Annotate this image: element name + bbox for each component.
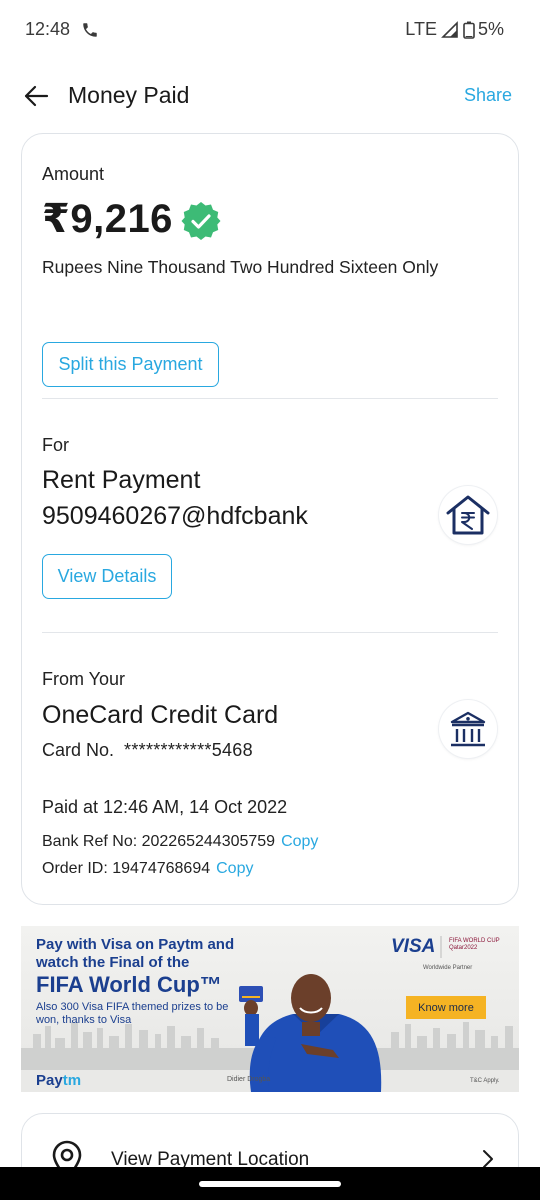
bank-ref-row: Bank Ref No: 202265244305759 Copy	[42, 833, 318, 851]
home-gesture-handle[interactable]	[199, 1181, 341, 1187]
partner-text: Worldwide Partner	[423, 965, 473, 971]
source-account-name: OneCard Credit Card	[42, 701, 279, 729]
paytm-logo-tm: tm	[62, 1072, 82, 1089]
amount-value: ₹9,216	[42, 197, 173, 241]
status-bar: 12:48 LTE 5%	[0, 0, 540, 60]
card-number-label: Card No.	[42, 740, 115, 760]
verified-badge-icon	[181, 202, 221, 240]
page-title: Money Paid	[68, 82, 190, 108]
copy-bank-ref-button[interactable]: Copy	[281, 833, 318, 850]
payee-name: Rent Payment	[42, 466, 201, 494]
order-id-row: Order ID: 19474768694 Copy	[42, 860, 253, 878]
amount-in-words: Rupees Nine Thousand Two Hundred Sixteen…	[42, 257, 439, 277]
paytm-logo: Paytm	[36, 1072, 81, 1089]
page-header: Money Paid Share	[0, 68, 540, 124]
promo-headline-large: FIFA World Cup™	[36, 972, 222, 997]
status-indicators: LTE 5%	[405, 19, 504, 40]
battery-icon	[463, 21, 475, 39]
card-number-row: Card No. ************5468	[42, 740, 253, 761]
split-payment-button[interactable]: Split this Payment	[42, 342, 219, 387]
rent-house-icon-badge	[439, 486, 497, 544]
promo-headline: Pay with Visa on Paytm and watch the Fin…	[36, 936, 235, 971]
promo-subtext: Also 300 Visa FIFA themed prizes to be w…	[36, 1001, 229, 1026]
fifa-world-cup-logo: FIFA WORLD CUP Qatar2022	[449, 938, 500, 951]
section-divider	[42, 398, 498, 399]
view-details-button[interactable]: View Details	[42, 554, 172, 599]
bank-icon	[450, 711, 486, 747]
battery-percent: 5%	[477, 19, 504, 39]
bank-icon-badge	[439, 700, 497, 758]
payee-label: For	[42, 435, 69, 455]
system-nav-bar	[0, 1167, 540, 1200]
terms-apply-text: T&C Apply.	[470, 1078, 500, 1084]
payment-timestamp: Paid at 12:46 AM, 14 Oct 2022	[42, 797, 288, 817]
bank-ref-number: Bank Ref No: 202265244305759	[42, 833, 276, 850]
visa-logo: VISA	[391, 936, 436, 957]
paytm-logo-pay: Pay	[36, 1072, 63, 1089]
card-number-value: ************5468	[124, 740, 253, 760]
signal-icon	[441, 20, 458, 38]
house-rupee-icon	[446, 495, 490, 535]
section-divider	[42, 632, 498, 633]
status-time: 12:48	[25, 19, 71, 39]
transaction-card: Amount ₹9,216 Rupees Nine Thousand Two H…	[21, 133, 519, 905]
phone-call-icon	[83, 23, 97, 37]
copy-order-id-button[interactable]: Copy	[216, 860, 253, 877]
amount-label: Amount	[42, 164, 105, 184]
ambassador-name: Didier Drogba	[227, 1076, 271, 1083]
order-id-value: Order ID: 19474768694	[42, 860, 211, 877]
share-button[interactable]: Share	[464, 85, 512, 106]
source-label: From Your	[42, 669, 126, 689]
know-more-button[interactable]: Know more	[406, 996, 486, 1019]
back-arrow-icon[interactable]	[22, 82, 50, 110]
network-type: LTE	[405, 19, 437, 39]
payee-vpa: 9509460267@hdfcbank	[42, 502, 308, 530]
promo-banner[interactable]: Pay with Visa on Paytm and watch the Fin…	[21, 926, 519, 1092]
